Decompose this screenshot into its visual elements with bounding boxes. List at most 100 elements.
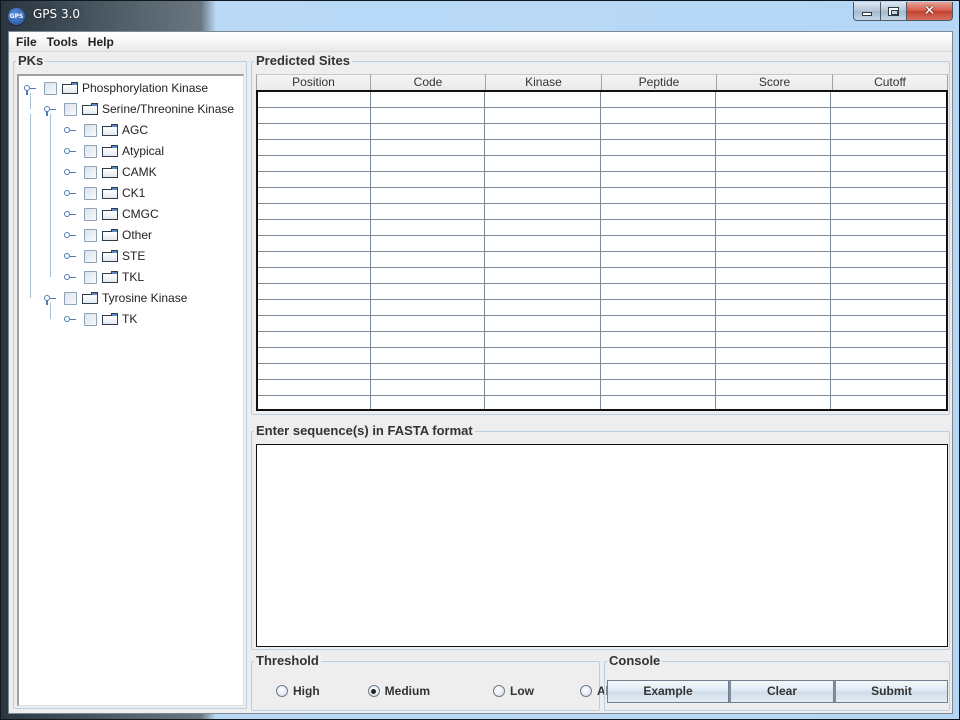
table-row[interactable] [258, 284, 946, 300]
table-cell[interactable] [485, 172, 602, 187]
table-cell[interactable] [716, 172, 832, 187]
table-cell[interactable] [601, 108, 716, 123]
table-cell[interactable] [258, 172, 371, 187]
maximize-button[interactable] [881, 2, 907, 21]
table-cell[interactable] [258, 396, 371, 409]
tree-checkbox[interactable] [84, 270, 97, 284]
table-row[interactable] [258, 140, 946, 156]
table-cell[interactable] [371, 156, 486, 171]
table-cell[interactable] [831, 316, 946, 331]
tree-checkbox[interactable] [84, 207, 97, 221]
table-cell[interactable] [831, 124, 946, 139]
table-cell[interactable] [485, 252, 602, 267]
table-cell[interactable] [371, 204, 486, 219]
table-row[interactable] [258, 268, 946, 284]
collapsed-handle-icon[interactable] [64, 272, 76, 282]
table-cell[interactable] [258, 252, 371, 267]
table-cell[interactable] [485, 300, 602, 315]
table-cell[interactable] [485, 204, 602, 219]
table-cell[interactable] [716, 348, 832, 363]
tree-node[interactable]: CMGC [64, 205, 159, 223]
radio-button[interactable] [580, 685, 593, 697]
table-cell[interactable] [371, 316, 486, 331]
expanded-handle-icon[interactable] [44, 104, 56, 116]
kinase-tree[interactable]: Phosphorylation Kinase Serine/Threonine K… [17, 74, 244, 706]
table-cell[interactable] [831, 284, 946, 299]
table-cell[interactable] [831, 172, 946, 187]
table-cell[interactable] [258, 124, 371, 139]
table-cell[interactable] [258, 188, 371, 203]
table-cell[interactable] [371, 108, 486, 123]
tree-checkbox[interactable] [84, 228, 97, 242]
tree-checkbox[interactable] [84, 144, 97, 158]
table-row[interactable] [258, 396, 946, 409]
table-cell[interactable] [601, 204, 716, 219]
table-row[interactable] [258, 124, 946, 140]
table-cell[interactable] [258, 156, 371, 171]
collapsed-handle-icon[interactable] [64, 188, 76, 198]
tree-node[interactable]: TK [64, 310, 137, 328]
table-cell[interactable] [485, 396, 602, 409]
table-cell[interactable] [831, 380, 946, 395]
tree-checkbox[interactable] [64, 102, 77, 116]
table-cell[interactable] [258, 268, 371, 283]
collapsed-handle-icon[interactable] [64, 125, 76, 135]
table-cell[interactable] [371, 220, 486, 235]
table-cell[interactable] [485, 316, 602, 331]
table-cell[interactable] [371, 92, 486, 107]
tree-checkbox[interactable] [44, 81, 57, 95]
table-cell[interactable] [371, 268, 486, 283]
table-cell[interactable] [601, 220, 716, 235]
collapsed-handle-icon[interactable] [64, 167, 76, 177]
table-cell[interactable] [716, 140, 832, 155]
table-cell[interactable] [371, 188, 486, 203]
table-cell[interactable] [831, 156, 946, 171]
table-cell[interactable] [716, 268, 832, 283]
table-cell[interactable] [716, 316, 832, 331]
table-cell[interactable] [831, 188, 946, 203]
table-cell[interactable] [371, 252, 486, 267]
table-cell[interactable] [371, 300, 486, 315]
table-cell[interactable] [258, 220, 371, 235]
table-cell[interactable] [831, 332, 946, 347]
table-cell[interactable] [716, 124, 832, 139]
table-cell[interactable] [831, 268, 946, 283]
table-cell[interactable] [601, 364, 716, 379]
collapsed-handle-icon[interactable] [64, 209, 76, 219]
table-cell[interactable] [716, 188, 832, 203]
collapsed-handle-icon[interactable] [64, 230, 76, 240]
table-cell[interactable] [601, 236, 716, 251]
table-cell[interactable] [258, 204, 371, 219]
table-cell[interactable] [371, 380, 486, 395]
column-header[interactable]: Score [717, 74, 833, 90]
table-cell[interactable] [601, 188, 716, 203]
table-cell[interactable] [716, 396, 832, 409]
table-cell[interactable] [485, 220, 602, 235]
table-cell[interactable] [258, 236, 371, 251]
table-cell[interactable] [601, 124, 716, 139]
tree-node[interactable]: Atypical [64, 142, 164, 160]
table-cell[interactable] [831, 348, 946, 363]
table-row[interactable] [258, 92, 946, 108]
table-cell[interactable] [716, 284, 832, 299]
table-row[interactable] [258, 380, 946, 396]
table-cell[interactable] [371, 396, 486, 409]
radio-button[interactable] [276, 685, 288, 697]
table-cell[interactable] [371, 172, 486, 187]
fasta-sequence-input[interactable] [256, 444, 948, 647]
table-cell[interactable] [831, 364, 946, 379]
table-cell[interactable] [485, 332, 602, 347]
tree-node[interactable]: Serine/Threonine Kinase [44, 100, 234, 118]
table-body[interactable] [256, 90, 948, 411]
table-cell[interactable] [716, 108, 832, 123]
table-cell[interactable] [258, 380, 371, 395]
table-cell[interactable] [601, 156, 716, 171]
tree-node[interactable]: CK1 [64, 184, 145, 202]
menu-file[interactable]: File [11, 32, 42, 52]
table-cell[interactable] [258, 300, 371, 315]
minimize-button[interactable] [853, 2, 881, 21]
table-row[interactable] [258, 300, 946, 316]
table-cell[interactable] [371, 364, 486, 379]
tree-node[interactable]: Phosphorylation Kinase [24, 79, 208, 97]
table-cell[interactable] [371, 284, 486, 299]
